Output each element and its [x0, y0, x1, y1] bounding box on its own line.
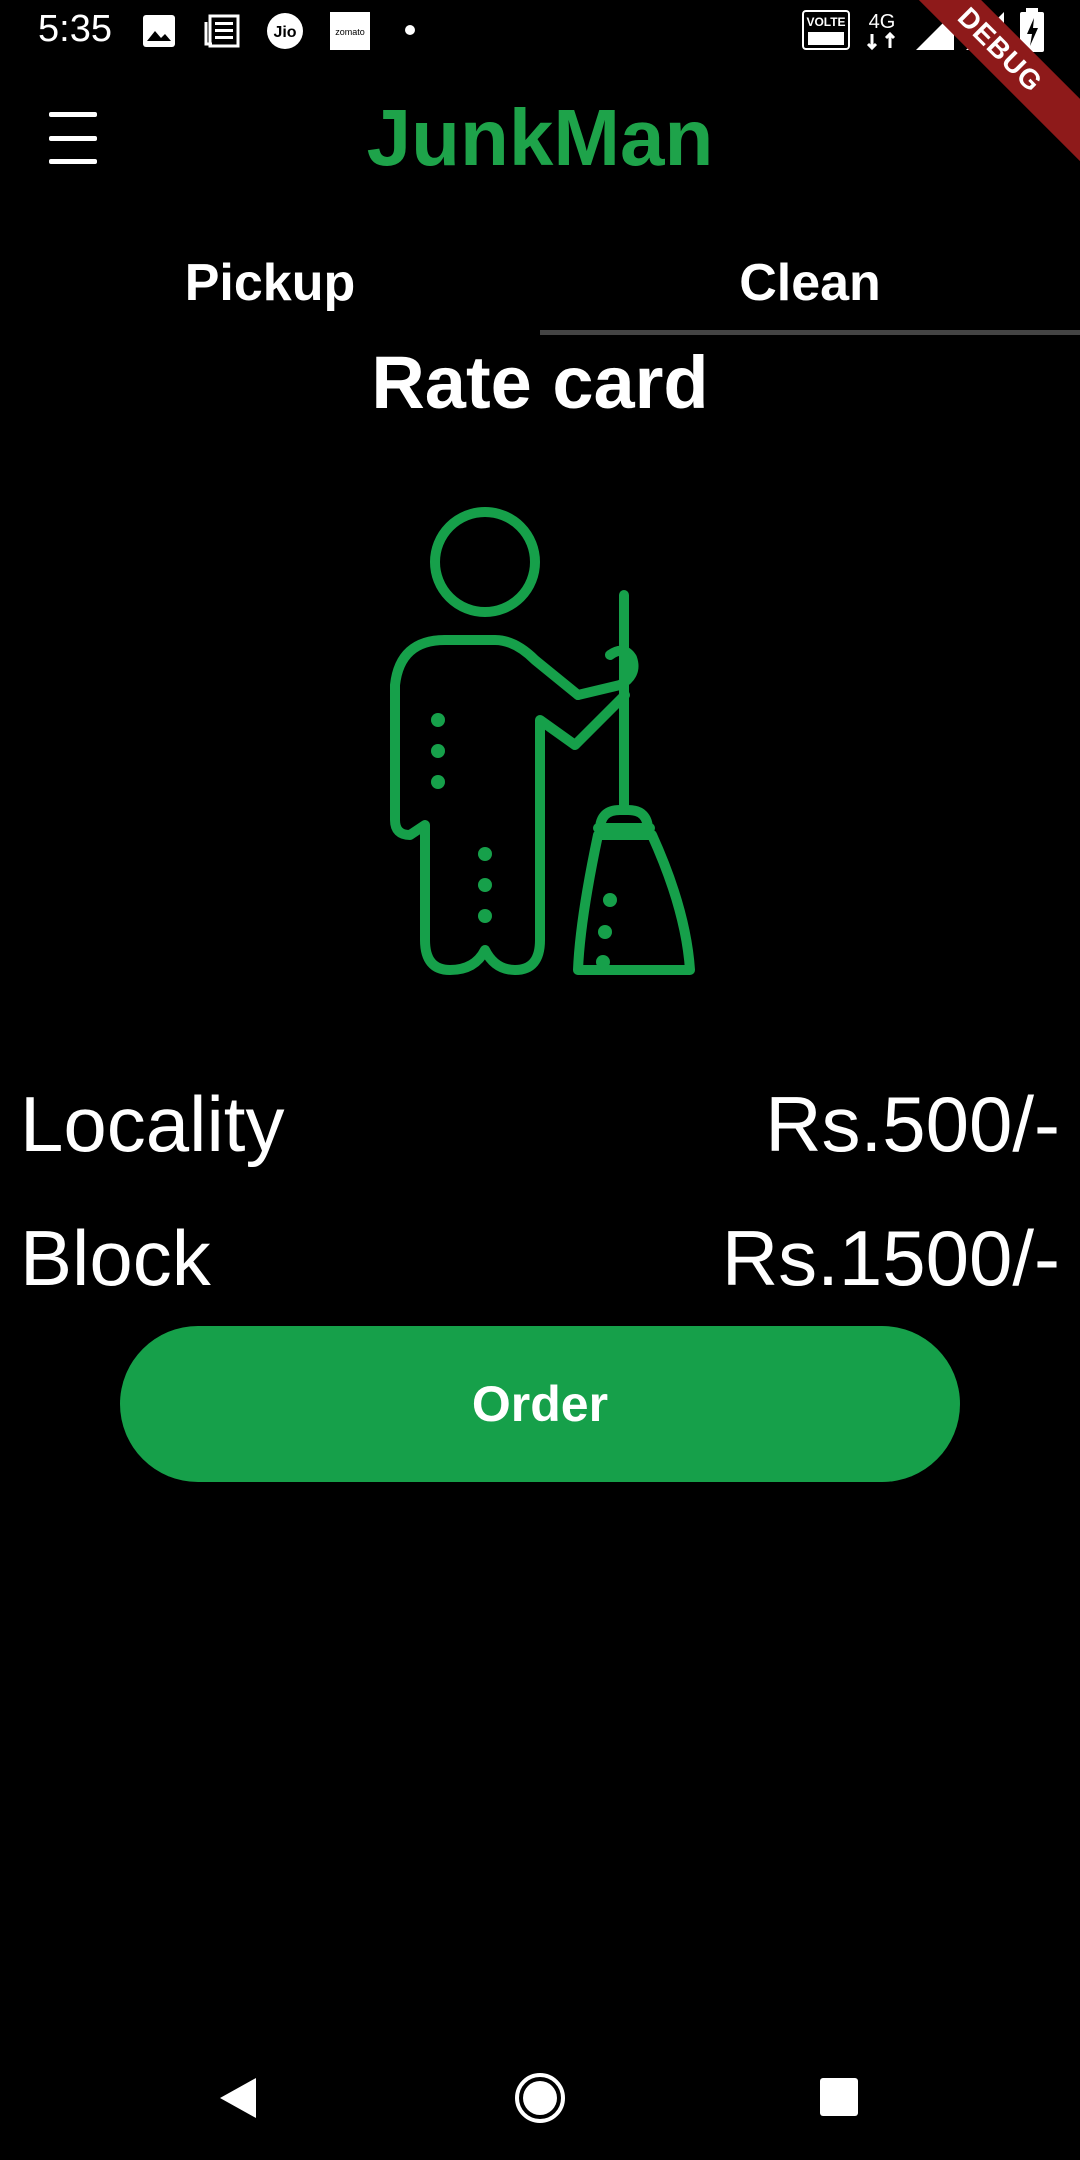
tab-clean[interactable]: Clean: [540, 230, 1080, 336]
news-icon: [204, 14, 240, 48]
app-title: JunkMan: [366, 93, 714, 182]
jio-icon: Jio: [267, 13, 303, 49]
zomato-label: zomato: [335, 27, 365, 37]
status-time: 5:35: [38, 8, 112, 50]
zomato-icon: zomato: [330, 12, 370, 50]
tab-pickup[interactable]: Pickup: [0, 230, 540, 336]
navigation-bar: [0, 2040, 1080, 2160]
tab-bar: Pickup Clean: [0, 230, 1080, 336]
network-label: 4G: [869, 11, 896, 33]
rate-label: Block: [20, 1213, 211, 1302]
volte-icon: VOLTE: [802, 10, 850, 50]
rate-label: Locality: [20, 1079, 285, 1168]
rate-price: Rs.500/-: [765, 1079, 1060, 1168]
cleaner-with-broom-icon: [390, 507, 695, 975]
status-bar: 5:35 Jio zomato VOLTE 4G DEBUG: [0, 0, 1080, 172]
back-icon[interactable]: [216, 2074, 260, 2122]
gallery-icon: [143, 15, 175, 47]
rate-price: Rs.1500/-: [721, 1213, 1060, 1302]
volte-label: VOLTE: [806, 15, 845, 29]
dot-icon: [405, 25, 415, 35]
rate-card-title: Rate card: [371, 341, 709, 424]
recents-icon[interactable]: [818, 2076, 860, 2118]
order-button[interactable]: Order: [120, 1326, 960, 1482]
jio-label: Jio: [273, 24, 296, 41]
4g-icon: 4G: [866, 11, 896, 51]
rate-row: Block Rs.1500/-: [20, 1208, 1060, 1308]
home-icon[interactable]: [514, 2072, 566, 2124]
rate-row: Locality Rs.500/-: [20, 1074, 1060, 1174]
tab-indicator: [540, 330, 1080, 335]
